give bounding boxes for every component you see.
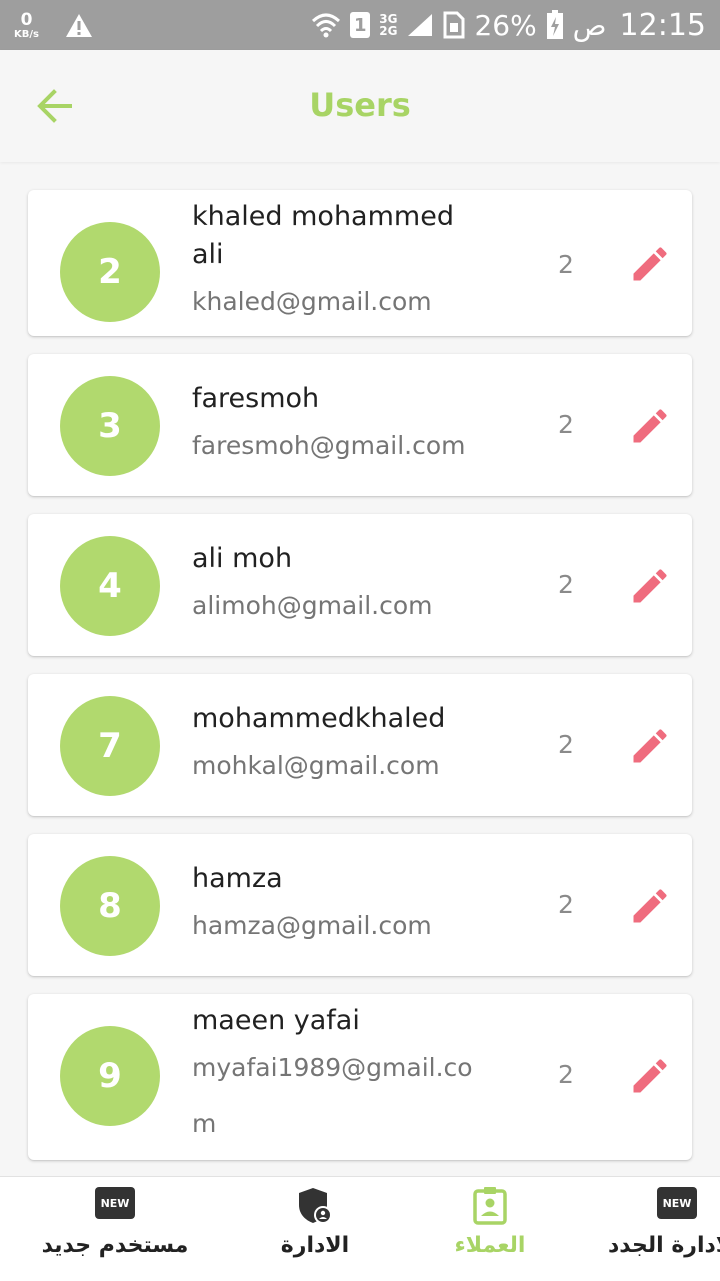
- user-count: 2: [558, 730, 574, 759]
- net-speed-unit: KB/s: [14, 29, 39, 40]
- user-id-avatar: 9: [60, 1026, 160, 1126]
- network-type-bottom: 2G: [379, 24, 398, 38]
- network-type: 3G 2G: [379, 13, 397, 37]
- user-id-avatar: 8: [60, 856, 160, 956]
- user-count: 2: [558, 570, 574, 599]
- sim-slot-indicator: 1: [350, 12, 371, 38]
- user-name: maeen yafai: [192, 1005, 360, 1036]
- edit-user-button[interactable]: [628, 724, 672, 768]
- net-speed-indicator: 0 KB/s: [14, 12, 39, 40]
- user-id-avatar: 7: [60, 696, 160, 796]
- user-card[interactable]: 8 hamza hamza@gmail.com 2: [28, 834, 692, 976]
- page-title: Users: [309, 86, 411, 124]
- nav-item-new-user[interactable]: NEW مستخدم جديد: [20, 1177, 210, 1281]
- pencil-icon: [633, 247, 667, 281]
- user-id-avatar: 4: [60, 536, 160, 636]
- user-card[interactable]: 2 khaled mohammed ali khaled@gmail.com 2: [28, 190, 692, 336]
- pencil-icon: [633, 1059, 667, 1093]
- wifi-icon: [312, 13, 341, 38]
- signal-icon: [408, 14, 433, 36]
- new-badge-icon: NEW: [95, 1187, 135, 1219]
- clock: 12:15: [619, 7, 706, 43]
- user-email: myafai1989@gmail.com: [192, 1053, 473, 1138]
- nav-label: الادارة: [280, 1233, 350, 1258]
- edit-user-button[interactable]: [628, 884, 672, 928]
- battery-percent: 26%: [474, 8, 537, 42]
- user-count: 2: [558, 890, 574, 919]
- user-id-avatar: 3: [60, 376, 160, 476]
- user-count: 2: [558, 250, 574, 279]
- user-count: 2: [558, 410, 574, 439]
- user-id-avatar: 2: [60, 222, 160, 322]
- user-name: mohammedkhaled: [192, 703, 446, 734]
- status-bar: 0 KB/s 1 3G 2G 26% ص 12:15: [0, 0, 720, 50]
- warning-icon: [65, 14, 92, 37]
- nav-item-new-admins[interactable]: NEW الادارة الجدد: [600, 1177, 720, 1281]
- user-name: hamza: [192, 863, 283, 894]
- edit-user-button[interactable]: [628, 1054, 672, 1098]
- edit-user-button[interactable]: [628, 564, 672, 608]
- net-speed-value: 0: [20, 10, 33, 30]
- pencil-icon: [633, 729, 667, 763]
- user-email: mohkal@gmail.com: [192, 751, 440, 780]
- nav-label: العملاء: [454, 1233, 526, 1258]
- pencil-icon: [633, 569, 667, 603]
- battery-charging-icon: [546, 10, 563, 39]
- bottom-nav: NEW مستخدم جديد الادارة العملاء NEW الاد…: [0, 1176, 720, 1281]
- nav-item-admin[interactable]: الادارة: [250, 1177, 380, 1281]
- user-email: alimoh@gmail.com: [192, 591, 433, 620]
- user-name: faresmoh: [192, 383, 320, 414]
- edit-user-button[interactable]: [628, 242, 672, 286]
- pencil-icon: [633, 409, 667, 443]
- ampm-indicator: ص: [572, 8, 607, 42]
- nav-item-clients[interactable]: العملاء: [425, 1177, 555, 1281]
- nav-label: مستخدم جديد: [41, 1233, 189, 1258]
- nav-label: الادارة الجدد: [608, 1233, 720, 1258]
- app-bar: Users: [0, 50, 720, 162]
- new-badge-icon: NEW: [657, 1187, 697, 1219]
- user-name: ali moh: [192, 543, 293, 574]
- user-email: faresmoh@gmail.com: [192, 431, 466, 460]
- user-email: hamza@gmail.com: [192, 911, 432, 940]
- edit-user-button[interactable]: [628, 404, 672, 448]
- user-card[interactable]: 4 ali moh alimoh@gmail.com 2: [28, 514, 692, 656]
- user-card[interactable]: 3 faresmoh faresmoh@gmail.com 2: [28, 354, 692, 496]
- sim-card-icon: [443, 11, 465, 39]
- contact-card-icon: [473, 1187, 507, 1225]
- pencil-icon: [633, 889, 667, 923]
- user-email: khaled@gmail.com: [192, 287, 432, 316]
- user-count: 2: [558, 1060, 574, 1089]
- user-card[interactable]: 9 maeen yafai myafai1989@gmail.com 2: [28, 994, 692, 1160]
- user-card[interactable]: 7 mohammedkhaled mohkal@gmail.com 2: [28, 674, 692, 816]
- user-name: khaled mohammed ali: [192, 201, 454, 270]
- admin-shield-icon: [299, 1188, 332, 1224]
